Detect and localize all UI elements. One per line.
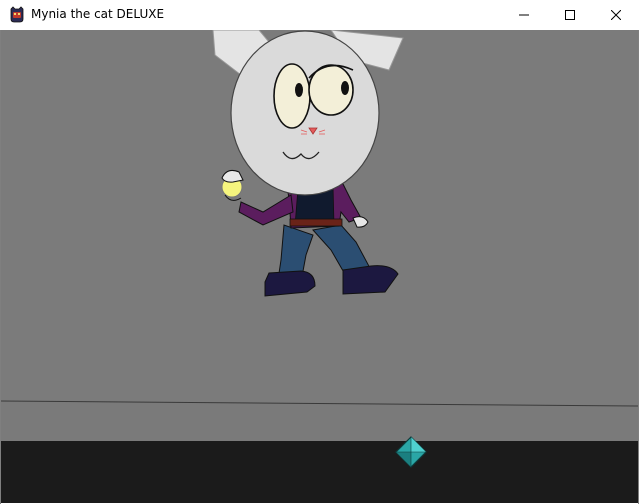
ground-strip (1, 441, 638, 503)
window-title: Mynia the cat DELUXE (31, 7, 165, 21)
close-icon (611, 10, 621, 20)
game-window: Mynia the cat DELUXE (0, 0, 639, 504)
close-button[interactable] (593, 0, 639, 30)
floor-plane (1, 401, 638, 441)
game-canvas[interactable] (1, 30, 638, 503)
cat-belt (289, 218, 343, 227)
maximize-icon (565, 10, 575, 20)
maximize-button[interactable] (547, 0, 593, 30)
minimize-icon (519, 14, 529, 16)
title-bar[interactable]: Mynia the cat DELUXE (0, 0, 639, 30)
game-scene (1, 30, 638, 503)
minimize-button[interactable] (501, 0, 547, 30)
game-app-icon (9, 6, 25, 23)
